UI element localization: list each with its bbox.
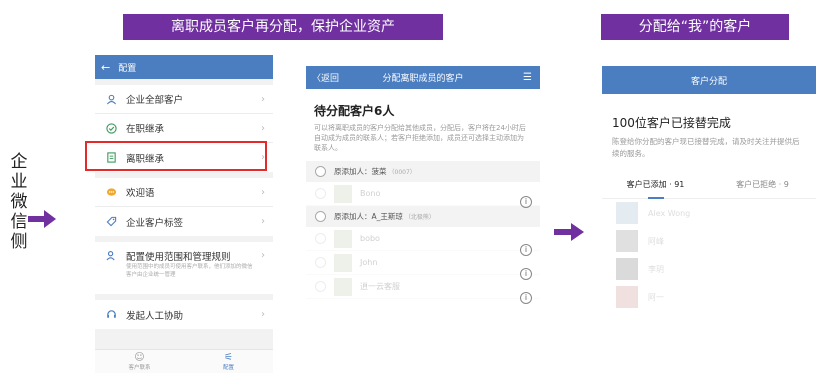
back-arrow-icon[interactable]: ← — [101, 61, 110, 74]
config-screen: ← 配置 企业全部客户 › 在职继承 › 离职继承 › 欢迎语 › 企业客户标签… — [95, 55, 273, 373]
user-settings-icon — [105, 249, 117, 261]
tag-icon — [105, 216, 117, 228]
group-owner: 原添加人：A_王斯琼 — [334, 212, 403, 221]
radio-button[interactable] — [315, 257, 326, 268]
assign-title: 分配离职成员的客户 — [382, 74, 464, 84]
list-item[interactable]: bobo — [306, 227, 540, 251]
customer-name: John — [360, 258, 378, 267]
side-label: 企业微信侧 — [10, 152, 28, 252]
list-item[interactable]: John — [306, 251, 540, 275]
group-owner-note: （北极熊） — [404, 214, 435, 221]
radio-button[interactable] — [315, 188, 326, 199]
menu-label: 配置使用范围和管理规则 — [126, 252, 231, 263]
avatar — [334, 229, 352, 248]
chevron-right-icon: › — [261, 122, 265, 134]
menu-item-active-inherit[interactable]: 在职继承 › — [95, 114, 273, 143]
tab-config[interactable]: ⚟ 配置 — [184, 350, 273, 373]
right-arrow-icon — [554, 223, 584, 241]
sliders-icon: ⚟ — [224, 352, 233, 363]
radio-button[interactable] — [315, 281, 326, 292]
menu-label: 发起人工协助 — [126, 310, 184, 322]
menu-label: 在职继承 — [126, 124, 165, 135]
customer-name: 阿一 — [648, 292, 664, 302]
banner-reassign: 离职成员客户再分配，保护企业资产 — [123, 14, 443, 40]
user-icon — [105, 93, 117, 105]
bottom-tabbar: ☺ 客户联系 ⚟ 配置 — [95, 349, 273, 373]
group-header[interactable]: 原添加人：A_王斯琼 （北极熊） — [306, 206, 540, 227]
avatar — [334, 253, 352, 272]
radio-button[interactable] — [315, 211, 326, 222]
customer-name: Alex Wong — [648, 208, 691, 218]
headset-icon — [105, 309, 117, 321]
list-item[interactable]: Alex Wong — [602, 199, 816, 227]
menu-item-manual-assist[interactable]: 发起人工协助 › — [95, 300, 273, 329]
group-header[interactable]: 原添加人：菠菜 （0007） — [306, 161, 540, 182]
smile-icon: ☺ — [134, 352, 145, 363]
list-item[interactable]: 阿一 — [602, 283, 816, 311]
info-icon[interactable]: i — [520, 292, 532, 304]
result-description: 陈登给你分配的客户现已接替完成，请及时关注并提供后续的服务。 — [612, 137, 800, 158]
avatar — [616, 286, 638, 308]
menu-group-assist: 发起人工协助 › — [95, 300, 273, 329]
tab-label: 配置 — [222, 365, 234, 371]
tab-added[interactable]: 客户已添加 · 91 — [602, 177, 709, 199]
menu-sublabel: 使用范围中的成员可使用客户联系，他们添加的微信客户由企业统一管理 — [126, 264, 253, 278]
list-item[interactable]: Bono — [306, 182, 540, 206]
menu-item-welcome[interactable]: 欢迎语 › — [95, 178, 273, 207]
avatar — [334, 277, 352, 296]
chat-bubble-icon — [105, 186, 117, 198]
avatar — [616, 258, 638, 280]
list-item[interactable]: 李玥 — [602, 255, 816, 283]
config-header: ← 配置 — [95, 55, 273, 79]
customer-name: bobo — [360, 234, 380, 243]
tab-label: 客户联系 — [128, 365, 151, 371]
avatar — [616, 202, 638, 224]
radio-button[interactable] — [315, 233, 326, 244]
menu-label: 欢迎语 — [126, 188, 155, 199]
assign-header: 〈返回 分配离职成员的客户 ☰ — [306, 66, 540, 89]
menu-item-tags[interactable]: 企业客户标签 › — [95, 207, 273, 236]
customer-name: 李玥 — [648, 264, 664, 274]
menu-label: 企业客户标签 — [126, 217, 184, 229]
pending-description: 可以将离职成员的客户分配给其他成员，分配后，客户将在24小时后自动成为成员的联系… — [314, 124, 526, 152]
list-item[interactable]: 逍一云客服 — [306, 275, 540, 299]
customer-name: Bono — [360, 189, 381, 198]
chevron-right-icon: › — [261, 250, 265, 261]
tab-rejected[interactable]: 客户已拒绝 · 9 — [709, 177, 816, 198]
back-button[interactable]: 〈返回 — [312, 71, 339, 84]
menu-item-all-customers[interactable]: 企业全部客户 › — [95, 85, 273, 114]
check-circle-icon — [105, 122, 117, 134]
group-owner: 原添加人：菠菜 — [334, 167, 387, 176]
highlight-box — [85, 141, 267, 171]
group-owner-note: （0007） — [388, 169, 416, 176]
pending-count-title: 待分配客户6人 — [314, 104, 395, 118]
result-title: 100位客户已接替完成 — [612, 116, 731, 130]
result-header: 客户分配 — [602, 66, 816, 94]
filter-menu-icon[interactable]: ☰ — [523, 72, 532, 83]
menu-label: 企业全部客户 — [126, 95, 184, 106]
chevron-right-icon: › — [261, 186, 265, 198]
config-title: 配置 — [118, 63, 137, 74]
result-screen: 客户分配 100位客户已接替完成 陈登给你分配的客户现已接替完成，请及时关注并提… — [602, 66, 816, 346]
banner-assigned-to-me: 分配给“我”的客户 — [601, 14, 789, 40]
right-arrow-icon — [28, 210, 56, 228]
list-item[interactable]: 阿峰 — [602, 227, 816, 255]
menu-item-scope-rules[interactable]: 配置使用范围和管理规则 使用范围中的成员可使用客户联系，他们添加的微信客户由企业… — [95, 242, 273, 294]
radio-button[interactable] — [315, 166, 326, 177]
avatar — [334, 184, 352, 203]
menu-group-tools: 欢迎语 › 企业客户标签 › — [95, 178, 273, 236]
customer-name: 阿峰 — [648, 236, 664, 246]
customer-name: 逍一云客服 — [360, 282, 400, 291]
info-icon[interactable]: i — [520, 244, 532, 256]
menu-group-scope: 配置使用范围和管理规则 使用范围中的成员可使用客户联系，他们添加的微信客户由企业… — [95, 242, 273, 294]
chevron-right-icon: › — [261, 93, 265, 105]
result-tabs: 客户已添加 · 91 客户已拒绝 · 9 — [602, 177, 816, 199]
chevron-right-icon: › — [261, 216, 265, 227]
assign-screen: 〈返回 分配离职成员的客户 ☰ 待分配客户6人 可以将离职成员的客户分配给其他成… — [306, 66, 540, 336]
avatar — [616, 230, 638, 252]
tab-customer-contact[interactable]: ☺ 客户联系 — [95, 350, 184, 373]
info-icon[interactable]: i — [520, 196, 532, 208]
chevron-right-icon: › — [261, 309, 265, 320]
info-icon[interactable]: i — [520, 268, 532, 280]
